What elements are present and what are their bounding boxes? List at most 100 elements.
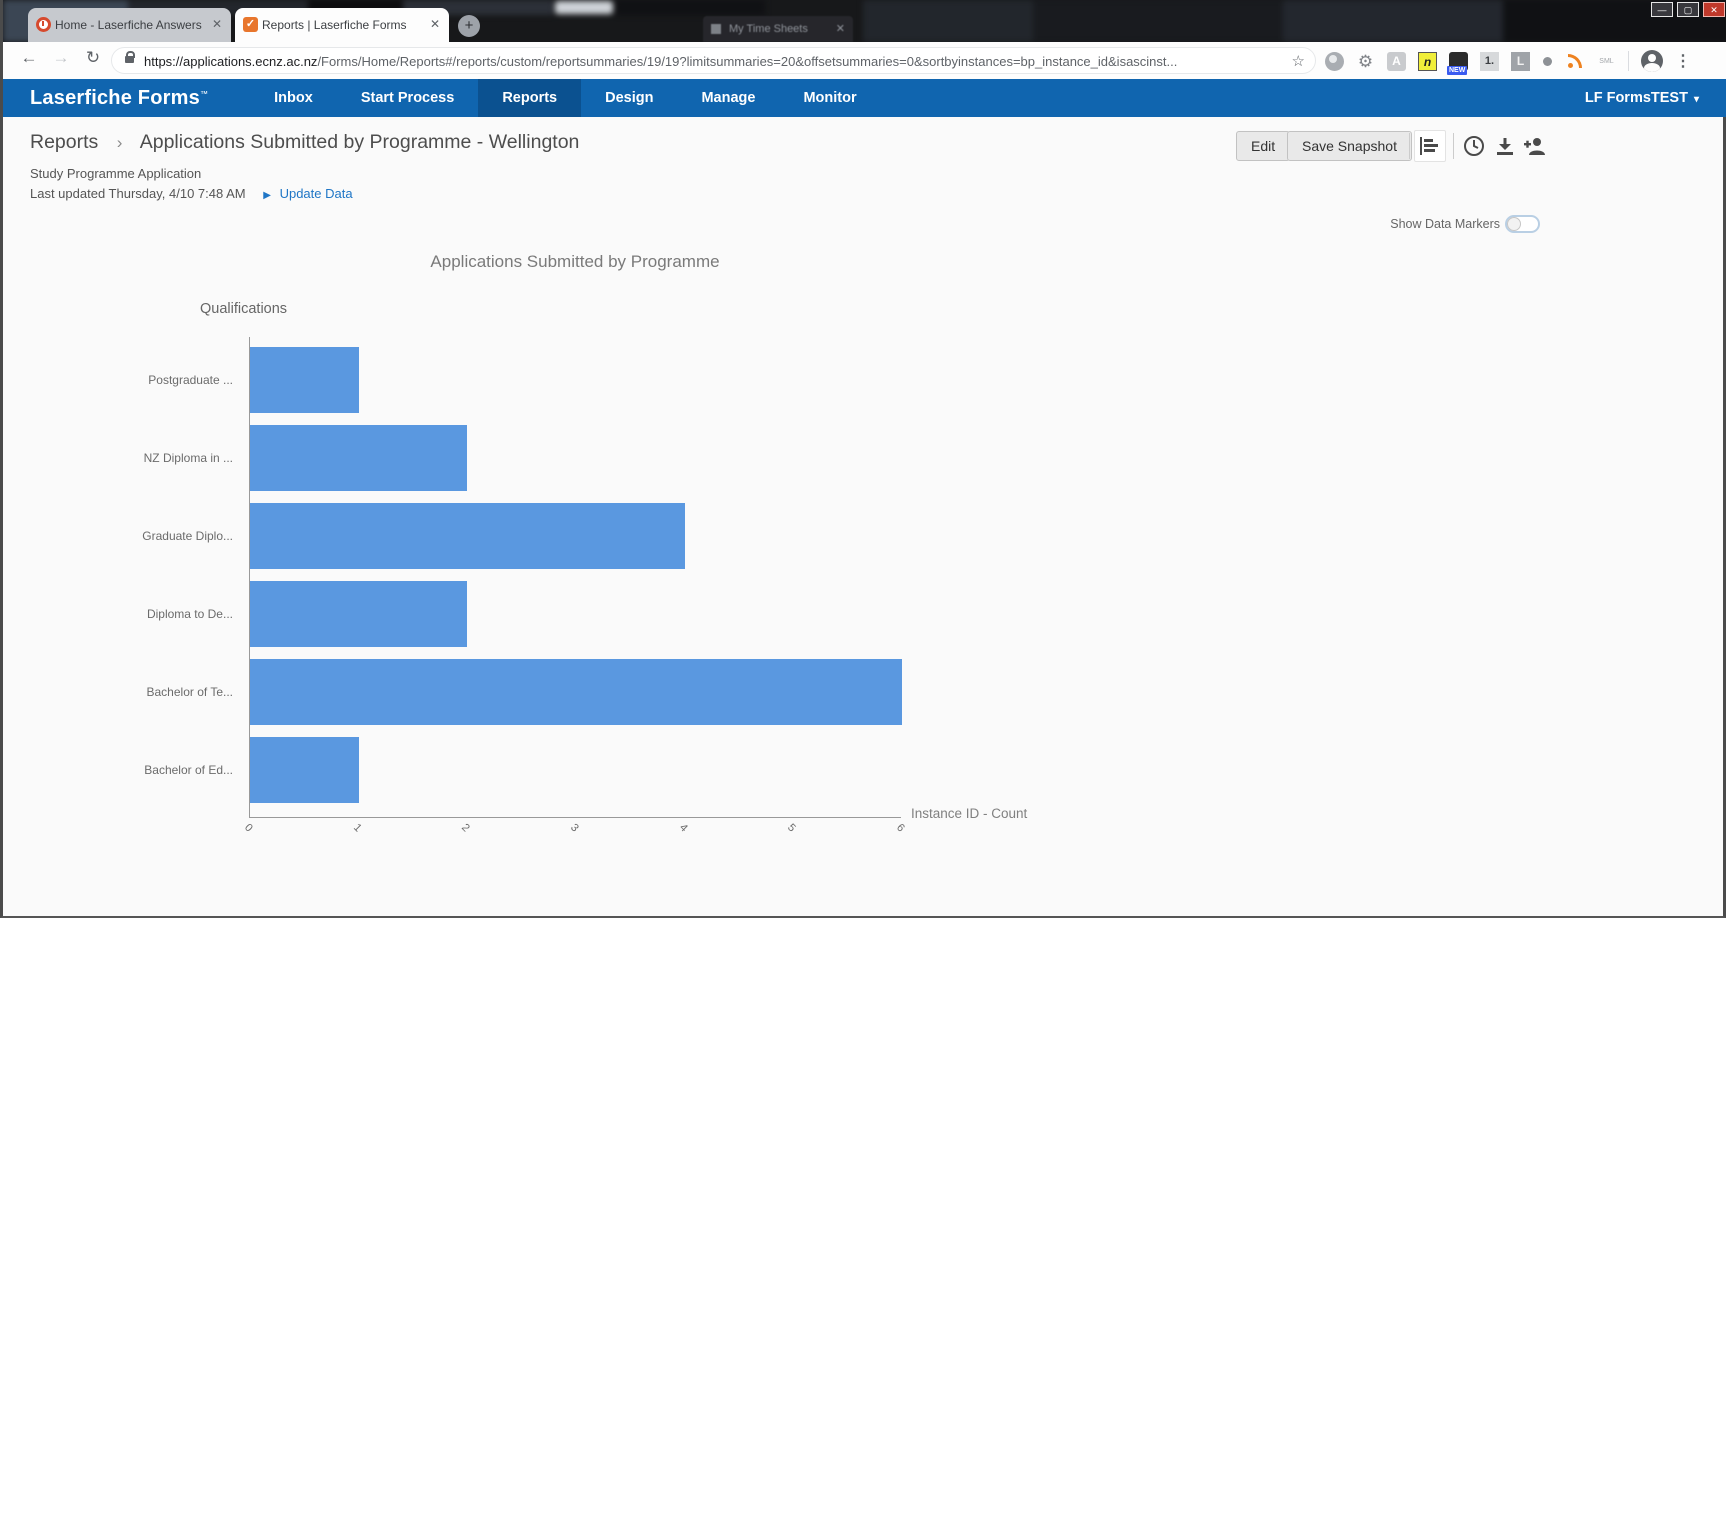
report-content: Reports › Applications Submitted by Prog… [3,117,1723,916]
x-axis-title: Instance ID - Count [911,806,1028,821]
circle-extension-icon[interactable] [1325,51,1344,71]
dot-extension-icon[interactable] [1542,52,1554,71]
browser-toolbar: ← → ↻ https://applications.ecnz.ac.nz/Fo… [3,42,1726,79]
forward-button[interactable]: → [49,48,73,68]
tab-label: Reports | Laserfiche Forms [262,18,407,32]
bar-chart-view-button[interactable] [1414,130,1446,162]
page-title: Applications Submitted by Programme - We… [139,131,580,153]
y-axis-title: Qualifications [200,301,288,317]
download-button[interactable] [1489,130,1521,162]
acrobat-extension-icon[interactable]: A [1387,51,1406,71]
process-name: Study Programme Application [30,166,202,181]
browser-menu-kebab-icon[interactable]: ⋮ [1675,51,1691,71]
category-axis-labels: Postgraduate ... NZ Diploma in ... Graduat… [3,337,241,818]
show-data-markers-toggle[interactable] [1505,215,1540,233]
reload-button[interactable]: ↻ [81,48,105,68]
onetab-extension-icon[interactable]: 1. [1480,51,1499,71]
category-label: Diploma to De... [146,607,233,621]
category-label: Graduate Diplo... [142,529,233,543]
bookmark-star-icon[interactable]: ☆ [1292,52,1305,70]
laserfiche-forms-favicon: ✓ [243,17,258,32]
x-tick-label: 4 [676,821,690,835]
sml-extension-icon[interactable]: SML [1597,52,1616,71]
clock-icon [1464,136,1484,156]
laserfiche-forms-navbar: Laserfiche Forms™ Inbox Start Process Re… [3,79,1726,117]
toolbar-divider [1409,133,1410,159]
x-tick-label: 2 [459,821,473,835]
tab-close-icon[interactable]: ✕ [430,17,440,31]
url-host: https://applications.ecnz.ac.nz [144,54,318,69]
x-axis-tick-labels: 0 1 2 3 4 5 6 [242,821,907,848]
snapshot-history-button[interactable] [1458,130,1490,162]
category-label: Postgraduate ... [148,373,233,387]
background-window-title: My Time Sheets [729,23,808,35]
nav-item-design[interactable]: Design [581,79,677,117]
new-badge: NEW [1447,65,1468,75]
share-report-button[interactable] [1519,130,1551,162]
profile-avatar-icon[interactable] [1641,50,1663,72]
breadcrumb-chevron-icon: › [116,133,123,152]
laserfiche-answers-favicon [36,17,51,32]
play-triangle-icon: ▶ [263,190,271,201]
nav-item-inbox[interactable]: Inbox [250,79,337,117]
trademark: ™ [199,88,209,98]
breadcrumb: Reports › Applications Submitted by Prog… [30,131,579,154]
window-close-button[interactable]: ✕ [1703,2,1725,17]
x-tick-label: 5 [785,821,799,835]
new-tab-button[interactable]: + [458,15,480,37]
nav-item-monitor[interactable]: Monitor [779,79,880,117]
screenshot-root: My Time Sheets ✕ Home - Laserfiche Answe… [0,0,1726,1515]
background-window-close-icon: ✕ [835,23,845,35]
edit-button[interactable]: Edit [1236,131,1291,161]
laserfiche-forms-logo[interactable]: Laserfiche Forms™ [30,87,208,110]
nav-item-manage[interactable]: Manage [677,79,779,117]
url-address-bar[interactable]: https://applications.ecnz.ac.nz/Forms/Ho… [111,47,1316,74]
chevron-down-icon: ▾ [1693,94,1699,105]
show-data-markers-control: Show Data Markers [1390,215,1540,233]
back-button[interactable]: ← [17,48,41,68]
tab-close-icon[interactable]: ✕ [212,17,222,31]
bar-nz-diploma-in [250,425,468,491]
padlock-icon [125,51,135,63]
bar-graduate-diplo [250,503,685,569]
url-path: /Forms/Home/Reports#/reports/custom/repo… [317,54,1178,69]
save-snapshot-button[interactable]: Save Snapshot [1287,131,1412,161]
bar-bachelor-of-te [250,659,902,725]
chart-title: Applications Submitted by Programme [430,252,720,271]
bar-diploma-to-de [250,581,468,647]
window-controls: — ▢ ✕ [1651,2,1725,18]
rss-extension-icon[interactable] [1566,52,1585,71]
tab-laserfiche-answers[interactable]: Home - Laserfiche Answers ✕ [28,8,231,42]
toolbar-divider [1453,133,1454,159]
gear-extension-icon[interactable]: ⚙ [1356,52,1375,71]
x-tick-label: 1 [350,821,364,835]
x-tick-label: 3 [567,821,581,835]
browser-tab-strip: My Time Sheets ✕ Home - Laserfiche Answe… [3,0,1726,42]
window-maximize-button[interactable]: ▢ [1677,2,1699,17]
browser-window: My Time Sheets ✕ Home - Laserfiche Answe… [0,0,1726,918]
update-data-link[interactable]: Update Data [280,186,353,201]
nav-item-start-process[interactable]: Start Process [337,79,479,117]
background-window-icon [711,24,721,34]
new-badged-extension-icon[interactable]: NEW [1447,51,1468,75]
toolbar-divider [1628,51,1629,71]
category-label: Bachelor of Ed... [144,763,233,777]
tab-reports-laserfiche-forms[interactable]: ✓ Reports | Laserfiche Forms ✕ [235,8,449,42]
onenote-extension-icon[interactable]: n [1418,51,1437,71]
background-window-my-time-sheets: My Time Sheets ✕ [703,16,853,42]
last-updated-row: Last updated Thursday, 4/10 7:48 AM ▶ Up… [30,186,353,201]
letter-l-extension-icon[interactable]: L [1511,51,1530,71]
category-label: Bachelor of Te... [146,685,234,699]
user-account-menu[interactable]: LF FormsTEST ▾ [1585,90,1699,106]
download-icon [1497,138,1513,155]
breadcrumb-reports-link[interactable]: Reports [30,131,98,153]
extension-icons-row: ⚙ A n NEW 1. L SML ⋮ [1325,50,1691,75]
window-minimize-button[interactable]: — [1651,2,1673,17]
bar-chart-plot-area [249,337,902,818]
add-person-icon [1524,138,1545,155]
tab-label: Home - Laserfiche Answers [55,18,202,32]
toggle-knob [1507,217,1521,231]
x-tick-label: 0 [241,821,255,835]
nav-item-reports[interactable]: Reports [478,79,582,117]
show-data-markers-label: Show Data Markers [1390,217,1500,231]
